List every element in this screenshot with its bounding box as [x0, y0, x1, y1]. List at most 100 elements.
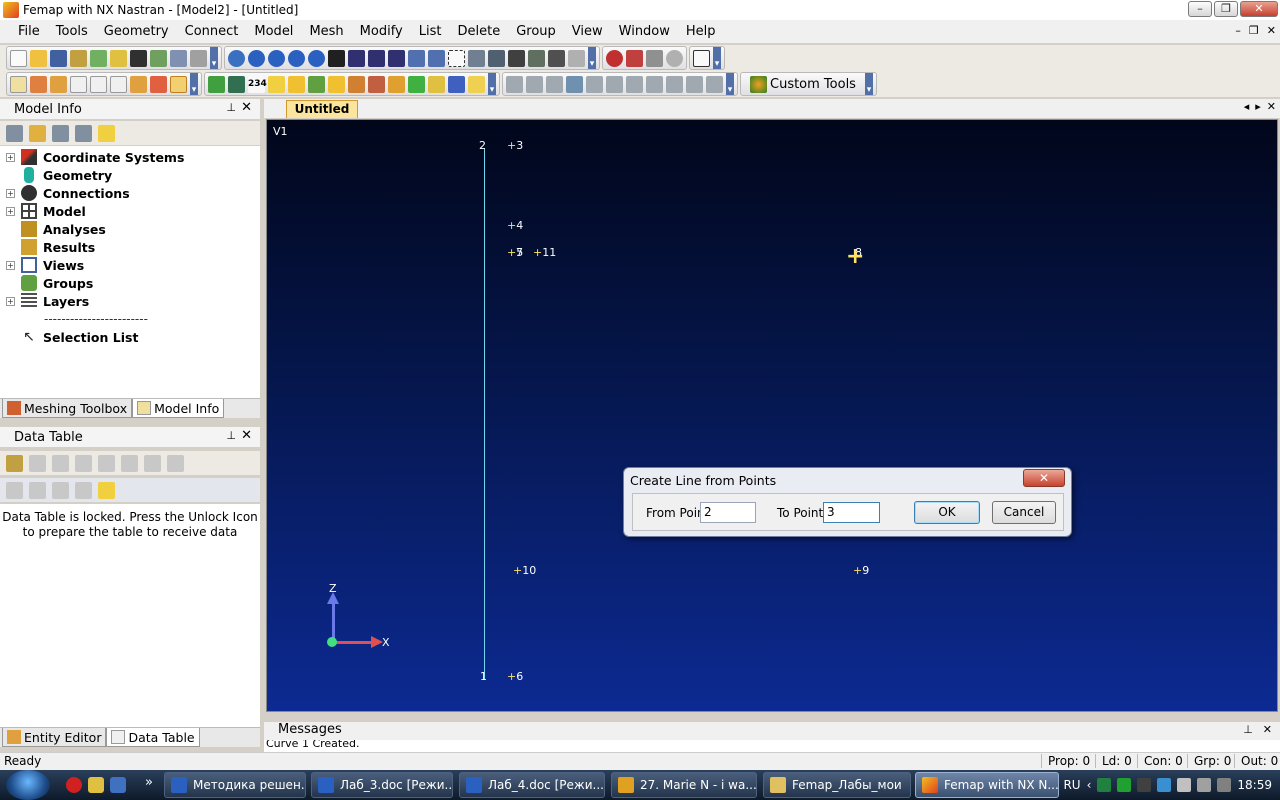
menu-group[interactable]: Group: [508, 24, 564, 39]
autoscale-icon[interactable]: [468, 49, 485, 67]
highlight-icon[interactable]: [98, 124, 115, 142]
expand-icon[interactable]: +: [6, 260, 15, 270]
mesh-options-icon[interactable]: [706, 75, 723, 93]
tab-data-table[interactable]: Data Table: [106, 728, 200, 747]
tab-model-info[interactable]: Model Info: [132, 399, 225, 418]
remove-rows-icon[interactable]: [121, 454, 138, 472]
select-box-icon[interactable]: [646, 49, 663, 67]
menu-model[interactable]: Model: [246, 24, 301, 39]
tree-item-model[interactable]: + Model: [6, 202, 86, 220]
model-data-icon[interactable]: [90, 49, 107, 67]
tree-item-coordinate-systems[interactable]: + Coordinate Systems: [6, 148, 184, 166]
model-tools-icon[interactable]: [70, 49, 87, 67]
messages-pane-icon[interactable]: [90, 75, 107, 93]
highlight-table-icon[interactable]: [98, 481, 115, 499]
node-icon[interactable]: [348, 75, 365, 93]
braces-property-icon[interactable]: [666, 75, 683, 93]
task-button[interactable]: Методика решен...: [164, 772, 306, 798]
braces-icon[interactable]: [606, 75, 623, 93]
tree-item-layers[interactable]: + Layers: [6, 292, 89, 310]
view-options-icon[interactable]: [488, 49, 505, 67]
entity-count-badge[interactable]: 234: [248, 75, 267, 93]
pin-icon[interactable]: ⊥: [226, 101, 236, 114]
columns-icon[interactable]: [75, 454, 92, 472]
ok-button[interactable]: OK: [914, 501, 980, 524]
menu-modify[interactable]: Modify: [352, 24, 411, 39]
close-icon[interactable]: ✕: [1263, 723, 1272, 736]
minimize-button[interactable]: –: [1188, 1, 1212, 17]
view-style-icon[interactable]: [508, 49, 525, 67]
expand-icon[interactable]: +: [6, 188, 15, 198]
mdi-minimize-button[interactable]: –: [1235, 24, 1241, 37]
toolbar-options-icon[interactable]: ▾: [190, 73, 198, 95]
model-info-options-icon[interactable]: [6, 124, 23, 142]
filter-icon[interactable]: [52, 124, 69, 142]
task-button[interactable]: Femap_Лабы_мои: [763, 772, 911, 798]
mdi-restore-button[interactable]: ❐: [1249, 24, 1259, 37]
program-file-icon[interactable]: [150, 75, 167, 93]
view-z-icon[interactable]: [388, 49, 405, 67]
tray-app-icon[interactable]: [1097, 778, 1112, 792]
point-marker[interactable]: 7: [516, 246, 523, 259]
quicklaunch-icon[interactable]: [88, 777, 104, 793]
tab-entity-editor[interactable]: Entity Editor: [2, 728, 107, 747]
cancel-button[interactable]: Cancel: [992, 501, 1056, 524]
entity-list-icon[interactable]: [228, 75, 245, 93]
task-button[interactable]: 27. Marie N - i wa...: [611, 772, 757, 798]
menu-geometry[interactable]: Geometry: [96, 24, 177, 39]
post-icon[interactable]: [568, 49, 585, 67]
quicklaunch-more-icon[interactable]: »: [145, 775, 153, 790]
tab-meshing-toolbox[interactable]: Meshing Toolbox: [2, 399, 133, 418]
expand-icon[interactable]: +: [6, 152, 15, 162]
braces-node-icon[interactable]: [626, 75, 643, 93]
tree-item-selection-list[interactable]: ↖ Selection List: [6, 328, 138, 346]
menu-mesh[interactable]: Mesh: [301, 24, 351, 39]
close-button[interactable]: ✕: [1240, 1, 1278, 17]
mesh-grid-icon[interactable]: [566, 75, 583, 93]
pin-icon[interactable]: ⊥: [1243, 723, 1253, 736]
rotate-down-icon[interactable]: [308, 49, 325, 67]
toolbar-options-icon[interactable]: ▾: [726, 73, 734, 95]
view-y-icon[interactable]: [368, 49, 385, 67]
power-icon[interactable]: [1217, 778, 1232, 792]
menu-list[interactable]: List: [411, 24, 450, 39]
clock[interactable]: 18:59: [1237, 778, 1272, 792]
curve-icon[interactable]: [288, 75, 305, 93]
distribute-icon[interactable]: [526, 75, 543, 93]
filter-table-icon[interactable]: [6, 481, 23, 499]
align-icon[interactable]: [506, 75, 523, 93]
task-button[interactable]: Femap with NX N...: [915, 772, 1059, 798]
menu-view[interactable]: View: [564, 24, 611, 39]
close-document-icon[interactable]: ✕: [1267, 100, 1276, 113]
tree-item-geometry[interactable]: Geometry: [6, 166, 112, 184]
api-pane-icon[interactable]: [110, 75, 127, 93]
toolbar-options-icon[interactable]: ▾: [488, 73, 496, 95]
point-marker[interactable]: +3: [507, 139, 523, 152]
braces-material-icon[interactable]: [686, 75, 703, 93]
window-split-icon[interactable]: [170, 49, 187, 67]
tree-item-results[interactable]: Results: [6, 238, 95, 256]
scroll-left-icon[interactable]: ◂: [1244, 100, 1250, 113]
color-tool-icon[interactable]: [150, 49, 167, 67]
load-icon[interactable]: [388, 75, 405, 93]
point-marker[interactable]: 1: [480, 670, 487, 683]
select-clear-icon[interactable]: [666, 49, 683, 67]
data-table-pane-icon[interactable]: [70, 75, 87, 93]
expand-icon[interactable]: +: [6, 296, 15, 306]
point-marker[interactable]: +11: [533, 246, 556, 259]
filter-clear-icon[interactable]: [29, 481, 46, 499]
close-icon[interactable]: ✕: [241, 428, 252, 443]
menu-delete[interactable]: Delete: [449, 24, 508, 39]
save-icon[interactable]: [50, 49, 67, 67]
graphics-viewport[interactable]: V1 2 +3 +4 +5 7 +11 8 + +10 +9 1 +6 Z X: [266, 119, 1278, 712]
offset-icon[interactable]: [546, 75, 563, 93]
custom-tools-menu[interactable]: Custom Tools: [744, 75, 862, 93]
results-tool-icon[interactable]: [468, 75, 485, 93]
tray-app-icon[interactable]: [1137, 778, 1152, 792]
toolbar-options-icon[interactable]: ▾: [588, 47, 596, 69]
text-icon[interactable]: [328, 75, 345, 93]
toolbar-options-icon[interactable]: ▾: [864, 73, 873, 95]
surface-icon[interactable]: [308, 75, 325, 93]
element-icon[interactable]: [368, 75, 385, 93]
expand-icon[interactable]: +: [6, 206, 15, 216]
